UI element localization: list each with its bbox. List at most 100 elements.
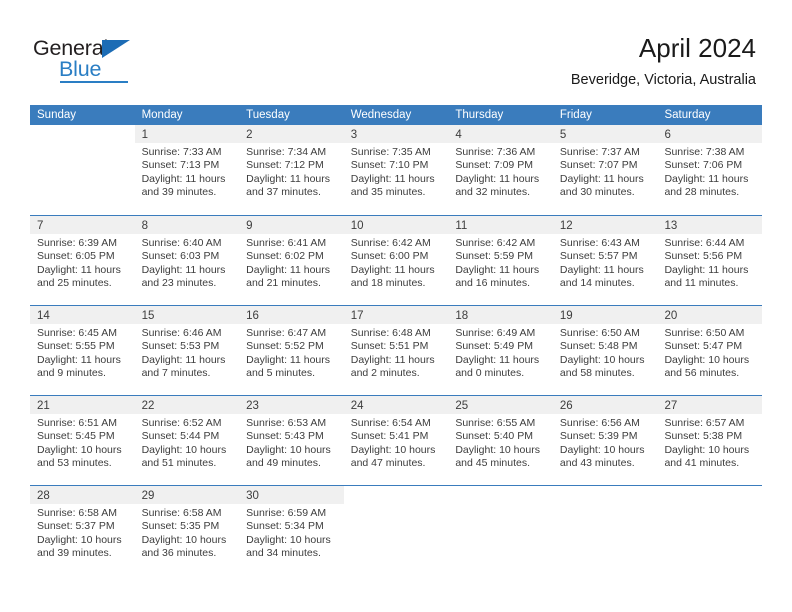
calendar-day-cell[interactable]: 2 Sunrise: 7:34 AM Sunset: 7:12 PM Daylight…	[239, 125, 344, 215]
daylight-text-line2: and 49 minutes.	[246, 457, 321, 470]
daylight-text-line1: Daylight: 10 hours	[246, 533, 331, 546]
sunrise-text: Sunrise: 6:52 AM	[141, 417, 222, 429]
day-details: Sunrise: 7:37 AM Sunset: 7:07 PM Daylight:…	[553, 143, 658, 200]
daylight-text-line2: and 51 minutes.	[141, 457, 217, 470]
sunset-text: Sunset: 5:34 PM	[246, 520, 324, 533]
sunrise-text: Sunrise: 6:56 AM	[559, 417, 640, 429]
calendar-day-cell[interactable]: 24 Sunrise: 6:54 AM Sunset: 5:41 PM Dayligh…	[343, 396, 449, 485]
sunrise-text: Sunrise: 6:39 AM	[37, 237, 117, 249]
daylight-text-line1: Daylight: 11 hours	[141, 172, 226, 185]
calendar-day-cell[interactable]: 13 Sunrise: 6:44 AM Sunset: 5:56 PM Dayligh…	[657, 216, 763, 305]
day-number: 16	[246, 310, 259, 322]
day-details: Sunrise: 7:33 AM Sunset: 7:13 PM Daylight:…	[135, 143, 240, 200]
daylight-text-line2: and 25 minutes.	[37, 277, 112, 290]
day-number-band: 7	[30, 216, 135, 234]
calendar-day-cell[interactable]: 7 Sunrise: 6:39 AM Sunset: 6:05 PM Daylight…	[30, 216, 135, 305]
day-details: Sunrise: 6:58 AM Sunset: 5:35 PM Daylight:…	[135, 504, 240, 561]
sunset-text: Sunset: 7:09 PM	[455, 159, 533, 172]
calendar-day-cell[interactable]: 11 Sunrise: 6:42 AM Sunset: 5:59 PM Dayligh…	[448, 216, 553, 305]
daylight-text-line2: and 7 minutes.	[141, 367, 211, 380]
sunrise-text: Sunrise: 6:47 AM	[246, 327, 327, 339]
day-number: 2	[246, 129, 253, 141]
calendar-day-cell[interactable]: 21 Sunrise: 6:51 AM Sunset: 5:45 PM Dayligh…	[30, 396, 135, 485]
general-blue-logo[interactable]: General Blue	[33, 36, 143, 84]
day-number: 26	[559, 400, 573, 412]
daylight-text-line1: Daylight: 11 hours	[37, 263, 121, 276]
sunrise-text: Sunrise: 6:40 AM	[141, 237, 222, 249]
sunset-text: Sunset: 7:06 PM	[664, 159, 743, 172]
day-details: Sunrise: 6:56 AM Sunset: 5:39 PM Daylight:…	[553, 414, 658, 471]
weekday-header-wednesday: Wednesday	[350, 109, 412, 121]
calendar-day-cell[interactable]: 4 Sunrise: 7:36 AM Sunset: 7:09 PM Daylight…	[448, 125, 553, 215]
daylight-text-line1: Daylight: 11 hours	[350, 172, 435, 185]
day-number-band: 8	[134, 216, 240, 234]
day-details: Sunrise: 6:44 AM Sunset: 5:56 PM Daylight:…	[657, 234, 762, 291]
calendar-day-cell[interactable]: 23 Sunrise: 6:53 AM Sunset: 5:43 PM Dayligh…	[239, 396, 344, 485]
daylight-text-line2: and 23 minutes.	[141, 277, 217, 290]
calendar-day-cell[interactable]: 25 Sunrise: 6:55 AM Sunset: 5:40 PM Dayligh…	[448, 396, 553, 485]
calendar-day-cell[interactable]: 17 Sunrise: 6:48 AM Sunset: 5:51 PM Dayligh…	[343, 306, 449, 395]
calendar-day-cell[interactable]: 19 Sunrise: 6:50 AM Sunset: 5:48 PM Dayligh…	[552, 306, 658, 395]
calendar-day-cell[interactable]: 30 Sunrise: 6:59 AM Sunset: 5:34 PM Dayligh…	[239, 486, 344, 575]
calendar-week-row: 7 Sunrise: 6:39 AM Sunset: 6:05 PM Daylight…	[30, 215, 763, 305]
daylight-text-line1: Daylight: 11 hours	[246, 172, 331, 185]
day-number: 25	[455, 400, 469, 412]
day-number: 28	[37, 490, 50, 502]
calendar-day-cell[interactable]: 27 Sunrise: 6:57 AM Sunset: 5:38 PM Dayligh…	[657, 396, 763, 485]
calendar-day-cell[interactable]: 16 Sunrise: 6:47 AM Sunset: 5:52 PM Dayligh…	[239, 306, 344, 395]
calendar-day-cell[interactable]: 18 Sunrise: 6:49 AM Sunset: 5:49 PM Dayligh…	[448, 306, 553, 395]
calendar-day-cell[interactable]: 26 Sunrise: 6:56 AM Sunset: 5:39 PM Dayligh…	[552, 396, 658, 485]
daylight-text-line2: and 39 minutes.	[141, 186, 217, 199]
sunrise-text: Sunrise: 6:42 AM	[350, 237, 431, 249]
daylight-text-line2: and 43 minutes.	[559, 457, 635, 470]
day-details	[448, 504, 553, 507]
day-details: Sunrise: 7:38 AM Sunset: 7:06 PM Daylight:…	[657, 143, 762, 200]
day-number-band: 14	[30, 306, 135, 324]
daylight-text-line2: and 58 minutes.	[559, 367, 635, 380]
calendar-day-cell[interactable]: 6 Sunrise: 7:38 AM Sunset: 7:06 PM Daylight…	[657, 125, 763, 215]
day-details: Sunrise: 6:48 AM Sunset: 5:51 PM Daylight:…	[344, 324, 449, 381]
day-number-band	[343, 486, 449, 504]
day-details: Sunrise: 6:59 AM Sunset: 5:34 PM Daylight:…	[239, 504, 344, 561]
day-number: 9	[246, 220, 253, 232]
calendar-day-cell[interactable]: 8 Sunrise: 6:40 AM Sunset: 6:03 PM Daylight…	[134, 216, 240, 305]
day-number-band: 4	[448, 125, 553, 143]
daylight-text-line1: Daylight: 11 hours	[246, 263, 331, 276]
day-number: 3	[350, 129, 358, 141]
day-number-band: 3	[343, 125, 449, 143]
daylight-text-line1: Daylight: 10 hours	[455, 443, 540, 456]
daylight-text-line2: and 36 minutes.	[141, 547, 217, 560]
day-number-band: 2	[239, 125, 344, 143]
calendar-day-cell[interactable]: 14 Sunrise: 6:45 AM Sunset: 5:55 PM Dayligh…	[30, 306, 135, 395]
calendar-day-cell[interactable]: 1 Sunrise: 7:33 AM Sunset: 7:13 PM Daylight…	[134, 125, 240, 215]
weekday-header-row: Sunday Monday Tuesday Wednesday Thursday Frid…	[30, 105, 762, 125]
day-number-band: 12	[552, 216, 658, 234]
day-number: 23	[246, 400, 259, 412]
day-number: 22	[141, 400, 155, 412]
calendar-day-cell[interactable]: 15 Sunrise: 6:46 AM Sunset: 5:53 PM Dayligh…	[134, 306, 240, 395]
day-details: Sunrise: 6:55 AM Sunset: 5:40 PM Daylight:…	[448, 414, 553, 471]
daylight-text-line2: and 28 minutes.	[664, 186, 740, 199]
sunset-text: Sunset: 6:02 PM	[246, 250, 324, 263]
title-block: April 2024 Beveridge, Victoria, Australi…	[571, 32, 756, 89]
calendar-day-cell[interactable]: 9 Sunrise: 6:41 AM Sunset: 6:02 PM Daylight…	[239, 216, 344, 305]
page-header: General Blue April 2024 Beveridge, Victo…	[0, 0, 792, 100]
calendar-day-cell[interactable]: 12 Sunrise: 6:43 AM Sunset: 5:57 PM Dayligh…	[552, 216, 658, 305]
sunset-text: Sunset: 5:43 PM	[246, 430, 324, 443]
sunset-text: Sunset: 5:45 PM	[37, 430, 115, 443]
day-details: Sunrise: 6:54 AM Sunset: 5:41 PM Daylight:…	[344, 414, 449, 471]
daylight-text-line1: Daylight: 11 hours	[664, 263, 749, 276]
sunset-text: Sunset: 5:40 PM	[455, 430, 533, 443]
calendar-day-cell[interactable]: 3 Sunrise: 7:35 AM Sunset: 7:10 PM Daylight…	[343, 125, 449, 215]
calendar-day-cell[interactable]: 20 Sunrise: 6:50 AM Sunset: 5:47 PM Dayligh…	[657, 306, 763, 395]
day-number: 14	[37, 310, 50, 322]
sunset-text: Sunset: 7:10 PM	[350, 159, 429, 172]
calendar-day-cell[interactable]: 28 Sunrise: 6:58 AM Sunset: 5:37 PM Dayligh…	[30, 486, 135, 575]
calendar-day-cell[interactable]: 22 Sunrise: 6:52 AM Sunset: 5:44 PM Dayligh…	[134, 396, 240, 485]
sunset-text: Sunset: 5:41 PM	[350, 430, 429, 443]
calendar-day-cell[interactable]: 29 Sunrise: 6:58 AM Sunset: 5:35 PM Dayligh…	[134, 486, 240, 575]
calendar-day-cell[interactable]: 5 Sunrise: 7:37 AM Sunset: 7:07 PM Daylight…	[552, 125, 658, 215]
day-number-band: 22	[134, 396, 240, 414]
calendar-day-cell[interactable]: 10 Sunrise: 6:42 AM Sunset: 6:00 PM Dayligh…	[343, 216, 449, 305]
sunrise-text: Sunrise: 6:42 AM	[455, 237, 536, 249]
